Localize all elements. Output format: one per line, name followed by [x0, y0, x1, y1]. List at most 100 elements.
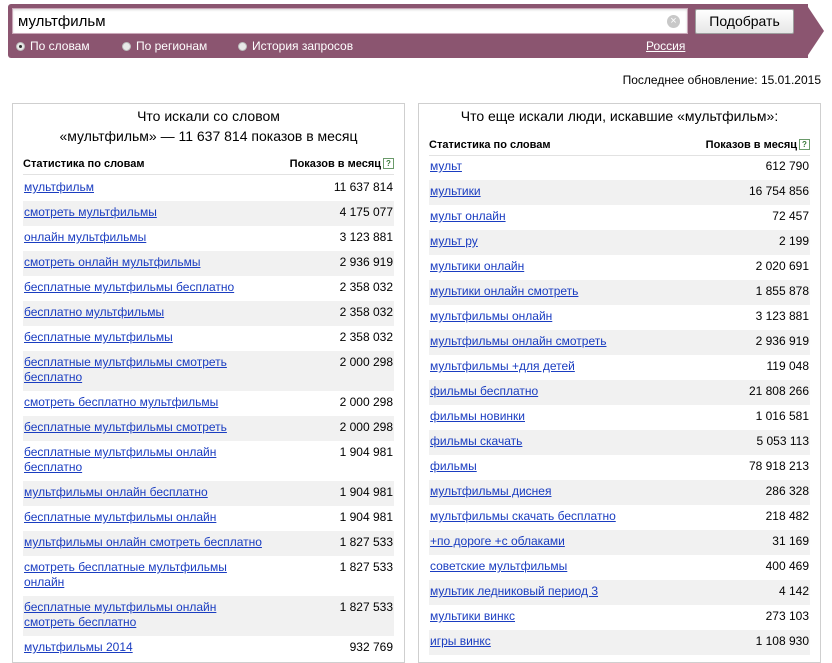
keyword-link[interactable]: мультфильмы онлайн	[430, 309, 552, 324]
shows-count: 1 827 533	[339, 535, 393, 549]
help-icon[interactable]: ?	[383, 158, 394, 169]
table-row: смотреть онлайн мультфильмы 2 936 919	[23, 251, 394, 276]
table-row: онлайн мультфильмы 3 123 881	[23, 226, 394, 251]
words-table: мультфильм 11 637 814 смотреть мультфильмы…	[23, 176, 394, 661]
table-row: мультфильмы онлайн бесплатно 1 904 981	[23, 481, 394, 506]
table-row: мультфильм 11 637 814	[23, 176, 394, 201]
region-link[interactable]: Россия	[646, 39, 685, 53]
shows-count: 31 169	[772, 534, 809, 548]
keyword-link[interactable]: мультфильмы онлайн смотреть бесплатно	[24, 535, 262, 550]
keyword-link[interactable]: бесплатные мультфильмы онлайн бесплатно	[24, 445, 249, 475]
table-row: советские мультфильмы 400 469	[429, 555, 810, 580]
keyword-link[interactable]: смотреть онлайн мультфильмы	[24, 255, 200, 270]
mode-history[interactable]: История запросов	[238, 39, 353, 53]
keyword-link[interactable]: игры винкс	[430, 634, 491, 649]
shows-count: 2 000 298	[339, 420, 393, 434]
keyword-link[interactable]: бесплатные мультфильмы онлайн смотреть б…	[24, 600, 249, 630]
keyword-link[interactable]: фильмы	[430, 459, 477, 474]
keyword-link[interactable]: мультфильмы скачать бесплатно	[430, 509, 616, 524]
mode-by-words[interactable]: По словам	[16, 39, 90, 53]
keyword-link[interactable]: фильмы скачать	[430, 434, 522, 449]
shows-count: 2 199	[778, 234, 809, 248]
keyword-link[interactable]: бесплатно мультфильмы	[24, 305, 164, 320]
related-table: мульт 612 790 мультики 16 754 856 мульт онла…	[429, 155, 810, 655]
keyword-link[interactable]: бесплатные мультфильмы смотреть	[24, 420, 227, 435]
header-arrow-tail	[806, 4, 824, 58]
keyword-link[interactable]: мультики винкс	[430, 609, 515, 624]
shows-count: 1 016 581	[755, 409, 809, 423]
help-icon[interactable]: ?	[799, 139, 810, 150]
shows-count: 1 904 981	[339, 510, 393, 524]
shows-count: 119 048	[766, 359, 810, 373]
mode-label: По регионам	[136, 39, 208, 53]
column-shows-header: Показов в месяц?	[290, 158, 394, 170]
keyword-link[interactable]: смотреть мультфильмы	[24, 205, 157, 220]
shows-count: 11 637 814	[333, 180, 393, 194]
table-row: бесплатно мультфильмы 2 358 032	[23, 301, 394, 326]
table-row: смотреть мультфильмы 4 175 077	[23, 201, 394, 226]
keyword-link[interactable]: мультики онлайн смотреть	[430, 284, 578, 299]
shows-count: 1 855 878	[755, 284, 809, 298]
keyword-link[interactable]: мультики	[430, 184, 481, 199]
keyword-link[interactable]: бесплатные мультфильмы бесплатно	[24, 280, 234, 295]
panel-title: Что еще искали люди, искавшие «мультфиль…	[460, 108, 779, 124]
keyword-link[interactable]: советские мультфильмы	[430, 559, 567, 574]
shows-count: 2 358 032	[339, 330, 393, 344]
column-keyword-header: Статистика по словам	[23, 158, 145, 170]
keyword-link[interactable]: мультфильм	[24, 180, 94, 195]
shows-count: 286 328	[765, 484, 809, 498]
keyword-link[interactable]: мультфильмы диснея	[430, 484, 551, 499]
table-row: мульт 612 790	[429, 155, 810, 180]
keyword-link[interactable]: мультфильмы онлайн бесплатно	[24, 485, 208, 500]
table-row: бесплатные мультфильмы онлайн смотреть б…	[23, 596, 394, 636]
column-shows-header: Показов в месяц?	[706, 139, 810, 151]
keyword-link[interactable]: фильмы новинки	[430, 409, 525, 424]
mode-by-regions[interactable]: По регионам	[122, 39, 207, 53]
keyword-link[interactable]: +по дороге +с облаками	[430, 534, 565, 549]
keyword-link[interactable]: бесплатные мультфильмы	[24, 330, 173, 345]
shows-count: 2 000 298	[339, 395, 393, 409]
keyword-link[interactable]: мульт онлайн	[430, 209, 506, 224]
keyword-link[interactable]: мультфильмы +для детей	[430, 359, 575, 374]
table-row: бесплатные мультфильмы онлайн бесплатно 1…	[23, 441, 394, 481]
table-row: смотреть бесплатно мультфильмы 2 000 298	[23, 391, 394, 416]
table-row: игры винкс 1 108 930	[429, 630, 810, 655]
shows-count: 2 358 032	[339, 305, 393, 319]
keyword-link[interactable]: мультфильмы 2014	[24, 640, 133, 655]
search-button[interactable]: Подобрать	[695, 9, 794, 34]
keyword-link[interactable]: онлайн мультфильмы	[24, 230, 146, 245]
table-row: мультфильмы онлайн смотреть 2 936 919	[429, 330, 810, 355]
keyword-link[interactable]: мультик ледниковый период 3	[430, 584, 598, 599]
keyword-link[interactable]: бесплатные мультфильмы онлайн	[24, 510, 216, 525]
title-line-1: Что искали со словом	[137, 108, 280, 124]
keyword-link[interactable]: фильмы бесплатно	[430, 384, 538, 399]
panel-title: Что искали со словом «мультфильм» — 11 6…	[13, 106, 404, 146]
table-row: мультики винкс 273 103	[429, 605, 810, 630]
table-row: бесплатные мультфильмы бесплатно 2 358 03…	[23, 276, 394, 301]
table-row: мультики онлайн смотреть 1 855 878	[429, 280, 810, 305]
keyword-link[interactable]: смотреть бесплатно мультфильмы	[24, 395, 218, 410]
keyword-link[interactable]: мульт	[430, 159, 462, 174]
shows-count: 3 123 881	[755, 309, 809, 323]
table-row: фильмы 78 918 213	[429, 455, 810, 480]
keyword-link[interactable]: смотреть бесплатные мультфильмы онлайн	[24, 560, 249, 590]
shows-count: 273 103	[765, 609, 809, 623]
table-row: мультфильмы +для детей 119 048	[429, 355, 810, 380]
table-header: Статистика по словам Показов в месяц?	[23, 156, 394, 175]
clear-icon[interactable]: ×	[667, 15, 680, 28]
table-row: фильмы бесплатно 21 808 266	[429, 380, 810, 405]
keyword-link[interactable]: мультики онлайн	[430, 259, 524, 274]
mode-label: По словам	[30, 39, 90, 53]
keyword-link[interactable]: мультфильмы онлайн смотреть	[430, 334, 606, 349]
shows-count: 1 904 981	[339, 485, 393, 499]
table-row: мультфильмы онлайн смотреть бесплатно 1 8…	[23, 531, 394, 556]
search-field[interactable]: ×	[12, 8, 688, 34]
search-input[interactable]	[18, 11, 658, 31]
shows-count: 2 020 691	[755, 259, 809, 273]
shows-count: 5 053 113	[756, 434, 810, 448]
table-row: фильмы скачать 5 053 113	[429, 430, 810, 455]
mode-label: История запросов	[252, 39, 354, 53]
keyword-link[interactable]: мульт ру	[430, 234, 478, 249]
shows-count: 2 936 919	[339, 255, 393, 269]
keyword-link[interactable]: бесплатные мультфильмы смотреть бесплатн…	[24, 355, 249, 385]
